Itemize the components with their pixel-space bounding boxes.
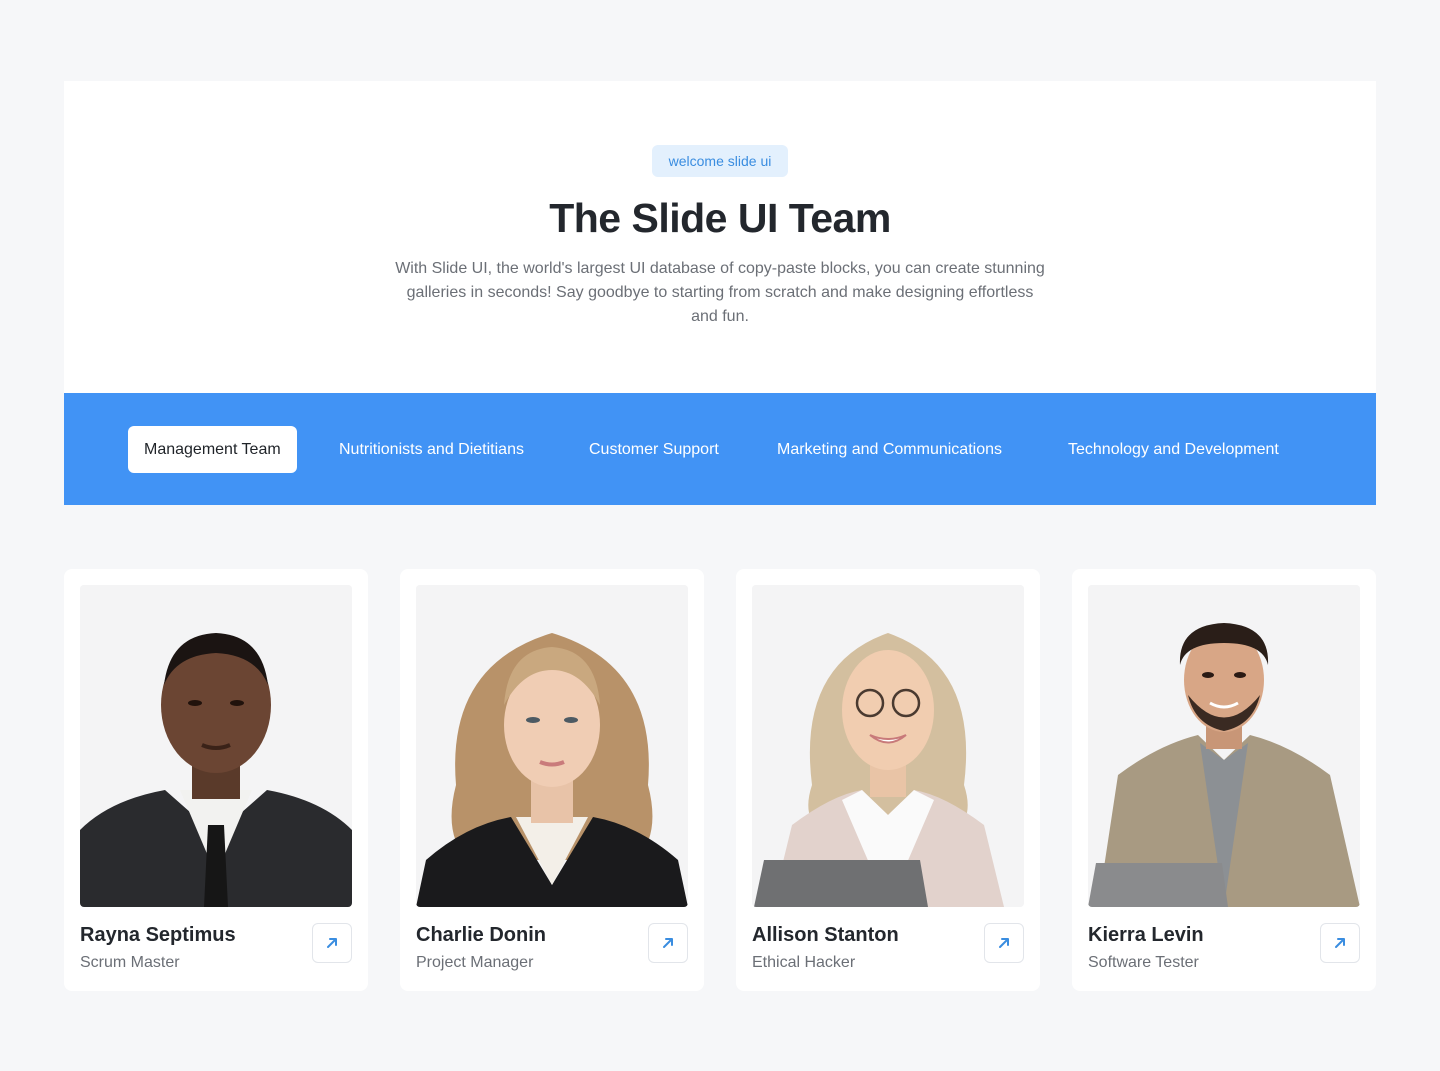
member-photo xyxy=(80,585,352,907)
member-photo xyxy=(416,585,688,907)
member-role: Project Manager xyxy=(416,954,534,971)
member-photo xyxy=(1088,585,1360,907)
team-member-card: Charlie Donin Project Manager xyxy=(400,569,704,991)
team-member-card: Kierra Levin Software Tester xyxy=(1072,569,1376,991)
member-role: Scrum Master xyxy=(80,954,180,971)
profile-link-button[interactable] xyxy=(312,923,352,963)
tab-marketing-and-communications[interactable]: Marketing and Communications xyxy=(777,426,1002,473)
team-tabs: Management Team Nutritionists and Dietit… xyxy=(64,393,1376,505)
profile-link-button[interactable] xyxy=(984,923,1024,963)
profile-link-button[interactable] xyxy=(1320,923,1360,963)
member-role: Software Tester xyxy=(1088,954,1199,971)
hero-description: With Slide UI, the world's largest UI da… xyxy=(395,260,1045,325)
member-name: Allison Stanton xyxy=(752,924,899,946)
tab-technology-and-development[interactable]: Technology and Development xyxy=(1068,426,1279,473)
tab-customer-support[interactable]: Customer Support xyxy=(589,426,719,473)
member-photo xyxy=(752,585,1024,907)
arrow-up-right-icon xyxy=(327,938,337,948)
team-member-card: Allison Stanton Ethical Hacker xyxy=(736,569,1040,991)
arrow-up-right-icon xyxy=(1335,938,1345,948)
member-name: Charlie Donin xyxy=(416,924,547,946)
team-member-card: Rayna Septimus Scrum Master xyxy=(64,569,368,991)
page-title: The Slide UI Team xyxy=(549,195,891,241)
welcome-badge: welcome slide ui xyxy=(652,145,788,177)
member-role: Ethical Hacker xyxy=(752,954,856,971)
arrow-up-right-icon xyxy=(999,938,1009,948)
member-name: Kierra Levin xyxy=(1088,924,1204,946)
tab-management-team[interactable]: Management Team xyxy=(128,426,297,473)
arrow-up-right-icon xyxy=(663,938,673,948)
profile-link-button[interactable] xyxy=(648,923,688,963)
tab-nutritionists-and-dietitians[interactable]: Nutritionists and Dietitians xyxy=(339,426,524,473)
member-name: Rayna Septimus xyxy=(80,924,236,946)
hero-section: welcome slide ui The Slide UI Team With … xyxy=(64,81,1376,393)
